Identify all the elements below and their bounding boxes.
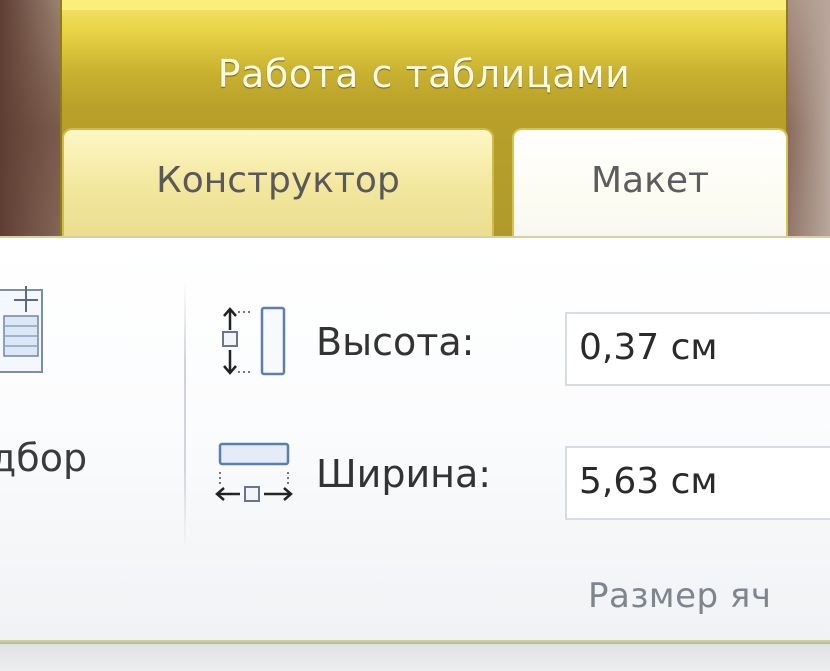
autofit-button-label[interactable]: дбор: [0, 436, 170, 480]
contextual-group-accent: [62, 0, 786, 10]
contextual-group-title: Работа с таблицами: [217, 52, 631, 96]
height-input[interactable]: 0,37 см: [565, 312, 830, 386]
row-height-icon: [218, 306, 292, 378]
width-input[interactable]: 5,63 см: [565, 446, 830, 520]
height-label: Высота:: [316, 320, 475, 364]
cell-size-group-label: Размер яч: [588, 576, 772, 616]
tab-maket[interactable]: Макет: [512, 128, 788, 244]
below-ribbon-area: [0, 644, 830, 671]
tab-maket-label: Макет: [591, 160, 709, 201]
width-label: Ширина:: [316, 452, 492, 496]
column-width-icon: [214, 440, 294, 512]
tab-constructor-label: Конструктор: [156, 160, 400, 201]
tab-constructor[interactable]: Конструктор: [62, 128, 494, 240]
group-separator: [184, 280, 186, 550]
table-autofit-icon[interactable]: [0, 282, 52, 378]
